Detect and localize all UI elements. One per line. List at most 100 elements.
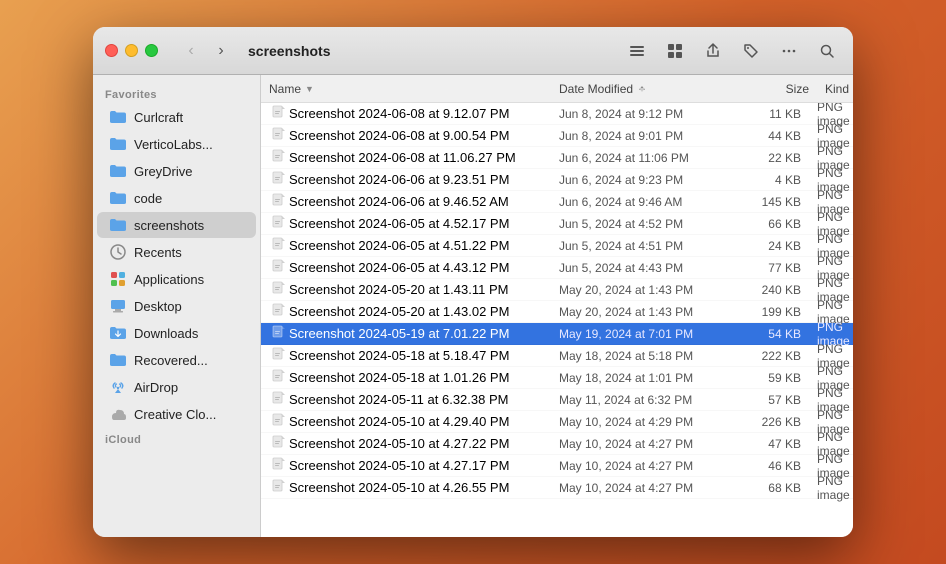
sort-arrow: ▼ [305,84,314,94]
file-icon-cell [269,281,289,298]
file-kind: PNG image [809,474,850,502]
file-type-icon [272,325,286,342]
minimize-button[interactable] [125,44,138,57]
col-kind-header[interactable]: Kind [809,80,849,98]
file-type-icon [272,105,286,122]
table-row[interactable]: Screenshot 2024-05-18 at 1.01.26 PM May … [261,367,853,389]
file-size: 24 KB [734,239,809,253]
file-date: May 18, 2024 at 5:18 PM [559,349,734,363]
sidebar-icon-screenshots [109,216,127,234]
sidebar-item-label-airdrop: AirDrop [134,380,178,395]
table-row[interactable]: Screenshot 2024-05-10 at 4.27.22 PM May … [261,433,853,455]
table-row[interactable]: Screenshot 2024-05-20 at 1.43.02 PM May … [261,301,853,323]
grid-view-icon [667,43,683,59]
grid-view-button[interactable] [661,37,689,65]
sidebar-item-label-greydrive: GreyDrive [134,164,193,179]
sidebar-item-label-recents: Recents [134,245,182,260]
file-name: Screenshot 2024-05-10 at 4.26.55 PM [289,480,559,495]
traffic-lights [105,44,158,57]
table-row[interactable]: Screenshot 2024-06-08 at 11.06.27 PM Jun… [261,147,853,169]
file-name: Screenshot 2024-06-05 at 4.43.12 PM [289,260,559,275]
table-row[interactable]: Screenshot 2024-05-20 at 1.43.11 PM May … [261,279,853,301]
file-type-icon [272,281,286,298]
file-icon-cell [269,215,289,232]
file-type-icon [272,303,286,320]
file-name: Screenshot 2024-06-08 at 9.12.07 PM [289,106,559,121]
table-row[interactable]: Screenshot 2024-05-10 at 4.29.40 PM May … [261,411,853,433]
sidebar-item-recents[interactable]: Recents [97,239,256,265]
table-row[interactable]: Screenshot 2024-06-08 at 9.12.07 PM Jun … [261,103,853,125]
file-size: 54 KB [734,327,809,341]
table-row[interactable]: Screenshot 2024-06-05 at 4.43.12 PM Jun … [261,257,853,279]
file-type-icon [272,391,286,408]
file-icon-cell [269,479,289,496]
file-date: Jun 5, 2024 at 4:52 PM [559,217,734,231]
list-view-icon [629,43,645,59]
list-view-button[interactable] [623,37,651,65]
table-row[interactable]: Screenshot 2024-06-05 at 4.52.17 PM Jun … [261,213,853,235]
tag-button[interactable] [737,37,765,65]
sidebar-item-desktop[interactable]: Desktop [97,293,256,319]
file-icon-cell [269,259,289,276]
sidebar-item-recovered[interactable]: Recovered... [97,347,256,373]
file-name: Screenshot 2024-05-20 at 1.43.02 PM [289,304,559,319]
col-name-header[interactable]: Name ▼ [269,82,559,96]
sidebar-icon-downloads [109,324,127,342]
maximize-button[interactable] [145,44,158,57]
finder-window: ‹ › screenshots [93,27,853,537]
file-date: May 10, 2024 at 4:27 PM [559,481,734,495]
file-name: Screenshot 2024-06-05 at 4.52.17 PM [289,216,559,231]
file-date: May 10, 2024 at 4:29 PM [559,415,734,429]
sidebar-item-downloads[interactable]: Downloads [97,320,256,346]
file-type-icon [272,457,286,474]
icloud-label: iCloud [93,428,260,448]
forward-button[interactable]: › [208,38,234,64]
sidebar-item-label-code: code [134,191,162,206]
file-date: May 20, 2024 at 1:43 PM [559,283,734,297]
table-row[interactable]: Screenshot 2024-06-05 at 4.51.22 PM Jun … [261,235,853,257]
search-button[interactable] [813,37,841,65]
file-type-icon [272,149,286,166]
close-button[interactable] [105,44,118,57]
table-row[interactable]: Screenshot 2024-05-19 at 7.01.22 PM May … [261,323,853,345]
content-area: Favorites CurlcraftVerticoLabs...GreyDri… [93,75,853,537]
file-name: Screenshot 2024-05-20 at 1.43.11 PM [289,282,559,297]
file-name: Screenshot 2024-05-18 at 1.01.26 PM [289,370,559,385]
file-icon-cell [269,391,289,408]
table-row[interactable]: Screenshot 2024-05-10 at 4.26.55 PM May … [261,477,853,499]
col-size-header[interactable]: Size [734,82,809,96]
file-icon-cell [269,237,289,254]
table-row[interactable]: Screenshot 2024-05-10 at 4.27.17 PM May … [261,455,853,477]
file-size: 145 KB [734,195,809,209]
file-size: 22 KB [734,151,809,165]
file-icon-cell [269,457,289,474]
file-icon-cell [269,413,289,430]
sidebar-item-code[interactable]: code [97,185,256,211]
table-row[interactable]: Screenshot 2024-06-06 at 9.46.52 AM Jun … [261,191,853,213]
file-date: Jun 5, 2024 at 4:43 PM [559,261,734,275]
file-size: 68 KB [734,481,809,495]
file-icon-cell [269,369,289,386]
col-date-header[interactable]: Date Modified [559,82,734,96]
sidebar-item-greydrive[interactable]: GreyDrive [97,158,256,184]
sidebar-item-airdrop[interactable]: AirDrop [97,374,256,400]
share-button[interactable] [699,37,727,65]
table-row[interactable]: Screenshot 2024-05-18 at 5.18.47 PM May … [261,345,853,367]
sidebar-item-applications[interactable]: Applications [97,266,256,292]
table-row[interactable]: Screenshot 2024-05-11 at 6.32.38 PM May … [261,389,853,411]
sidebar-item-screenshots[interactable]: screenshots [97,212,256,238]
more-button[interactable] [775,37,803,65]
file-date: May 19, 2024 at 7:01 PM [559,327,734,341]
sidebar-item-curlcraft[interactable]: Curlcraft [97,104,256,130]
back-button[interactable]: ‹ [178,38,204,64]
sidebar-items: CurlcraftVerticoLabs... GreyDrive code scre… [93,104,260,427]
table-row[interactable]: Screenshot 2024-06-06 at 9.23.51 PM Jun … [261,169,853,191]
sidebar-item-creativeclo[interactable]: Creative Clo... [97,401,256,427]
file-list: Screenshot 2024-06-08 at 9.12.07 PM Jun … [261,103,853,537]
file-size: 59 KB [734,371,809,385]
sidebar-icon-recovered [109,351,127,369]
date-sort-icon [637,84,647,94]
column-header: Name ▼ Date Modified Size Kind [261,75,853,103]
table-row[interactable]: Screenshot 2024-06-08 at 9.00.54 PM Jun … [261,125,853,147]
sidebar-item-verticolabs[interactable]: VerticoLabs... [97,131,256,157]
